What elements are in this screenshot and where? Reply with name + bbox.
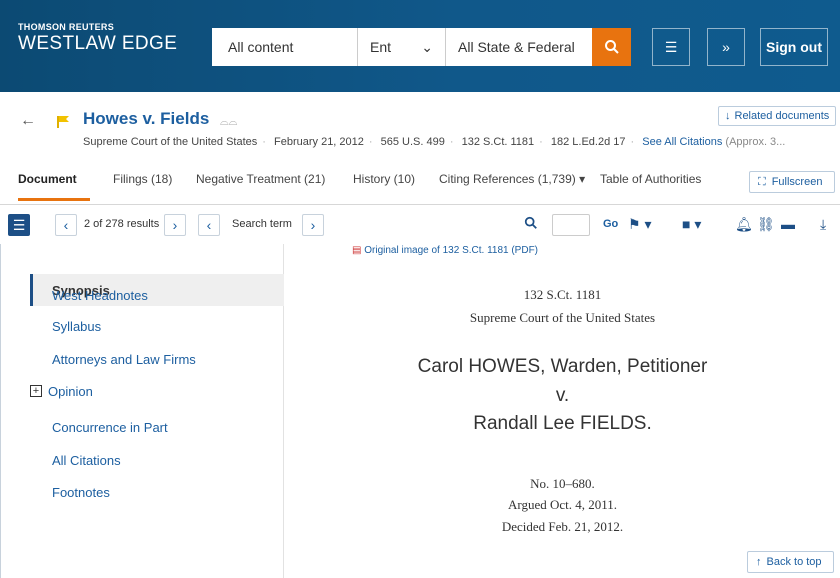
fullscreen-label: Fullscreen [771,176,823,188]
download-icon[interactable]: ⤓ [820,216,826,233]
tab-filings[interactable]: Filings (18) [113,172,172,186]
sidebar-item-concurrence[interactable]: Concurrence in Part [52,420,168,435]
meta-date: February 21, 2012 [274,136,364,148]
go-button[interactable]: Go [603,218,618,230]
folder-icon[interactable]: ▬ [781,216,795,232]
search-input[interactable]: All content [212,28,358,66]
decided-date: Decided Feb. 21, 2012. [501,519,624,534]
back-to-top-label: Back to top [766,556,822,568]
pdf-icon: ▤ [352,245,362,256]
sidebar-item-footnotes[interactable]: Footnotes [52,485,110,500]
sidebar-item-all-citations[interactable]: All Citations [52,453,121,468]
document-metadata: Supreme Court of the United States · Febr… [83,136,786,148]
see-all-citations-link[interactable]: See All Citations [642,136,722,148]
fullscreen-icon: ⛶ [758,175,766,188]
content-type-value: Ent [370,39,392,55]
document-toolbar: ☰ ‹ 2 of 278 results › ‹ Search term › G… [0,206,840,242]
search-button[interactable] [592,28,631,66]
chevron-left-icon: ‹ [206,217,212,233]
tab-citing-references-label: Citing References (1,739) [439,172,576,186]
versus: v. [555,385,570,406]
document-title: Howes v. Fields [83,109,210,128]
sidebar-item-syllabus[interactable]: Syllabus [52,319,101,334]
original-image-pdf-link[interactable]: ▤ Original image of 132 S.Ct. 1181 (PDF) [352,245,538,256]
annotation-menu-icon[interactable]: ■ ▾ [682,216,701,233]
brand-big: WESTLAW EDGE [18,33,178,54]
approx-pages: (Approx. 3... [725,136,786,148]
results-count: 2 of 278 results [84,218,160,230]
alert-bell-icon[interactable]: 🔔︎ [735,216,753,233]
sidebar-item-attorneys[interactable]: Attorneys and Law Firms [52,352,196,367]
previous-term-button[interactable]: ‹ [198,214,220,236]
research-list-button[interactable]: ☰ [652,28,690,66]
docket-number: No. 10–680. [530,476,595,491]
related-documents-button[interactable]: ↓ Related documents [718,106,836,126]
flag-menu-icon[interactable]: ⚑ ▾ [628,216,651,233]
double-chevron-down-icon: » [722,39,730,55]
meta-cite-led: 182 L.Ed.2d 17 [550,136,626,148]
expand-plus-icon[interactable]: + [30,385,42,397]
next-term-button[interactable]: › [302,214,324,236]
reporter-citation: 132 S.Ct. 1181 [523,287,602,302]
back-arrow-icon[interactable]: ← [20,112,36,130]
tab-document[interactable]: Document [18,172,77,186]
pdf-link-label: Original image of 132 S.Ct. 1181 (PDF) [364,245,539,256]
content-type-select[interactable]: Ent ⌄ [358,28,446,66]
chevron-right-icon: › [310,217,316,233]
chevron-left-icon: ‹ [63,217,69,233]
meta-court: Supreme Court of the United States [83,136,258,148]
active-tab-indicator [18,198,90,201]
sign-out-button[interactable]: Sign out [760,28,828,66]
more-menu-button[interactable]: » [707,28,745,66]
argued-date: Argued Oct. 4, 2011. [507,497,618,512]
search-term-label: Search term [232,218,292,230]
meta-cite-us: 565 U.S. 499 [380,136,445,148]
sidebar-item-opinion[interactable]: Opinion [48,384,93,399]
arrow-up-icon: ↑ [756,556,762,568]
westlaw-logo[interactable]: THOMSON REUTERS WESTLAW EDGE [18,22,177,55]
party-respondent: Randall Lee FIELDS. [473,413,652,434]
tabs-divider [0,204,840,205]
back-to-top-button[interactable]: ↑ Back to top [747,551,834,573]
tab-history[interactable]: History (10) [353,172,415,186]
related-documents-label: Related documents [734,110,830,122]
chevron-down-icon: ⌄ [421,39,433,55]
search-within-icon[interactable] [524,216,538,233]
caret-down-icon: ▾ [579,172,586,186]
sidebar-edge [0,244,1,578]
tab-citing-references[interactable]: Citing References (1,739) ▾ [439,172,585,186]
glasses-icon: ⌓⌓ [220,116,238,128]
search-within-input[interactable] [552,214,590,236]
list-icon: ☰ [12,216,26,233]
tab-negative-treatment[interactable]: Negative Treatment (21) [196,172,325,186]
fullscreen-button[interactable]: ⛶ Fullscreen [749,171,835,193]
next-result-button[interactable]: › [164,214,186,236]
link-icon[interactable]: ⛓︎ [757,216,775,233]
toc-toggle-button[interactable]: ☰ [8,214,30,236]
meta-cite-sct: 132 S.Ct. 1181 [461,136,535,148]
sidebar-item-west-headnotes[interactable]: West Headnotes [52,288,148,303]
party-petitioner: Carol HOWES, Warden, Petitioner [417,356,708,377]
tab-table-of-authorities[interactable]: Table of Authorities [600,172,701,186]
brand-small: THOMSON REUTERS [18,22,115,32]
arrow-down-icon: ↓ [725,110,731,122]
previous-result-button[interactable]: ‹ [55,214,77,236]
court-name: Supreme Court of the United States [469,310,656,325]
search-icon [604,40,619,54]
chevron-right-icon: › [172,217,178,233]
jurisdiction-select[interactable]: All State & Federal [446,28,592,66]
flag-icon[interactable] [57,116,69,128]
list-check-icon: ☰ [664,38,678,55]
search-bar: All content Ent ⌄ All State & Federal [212,28,631,66]
document-tabs: Document Filings (18) Negative Treatment… [0,168,840,198]
